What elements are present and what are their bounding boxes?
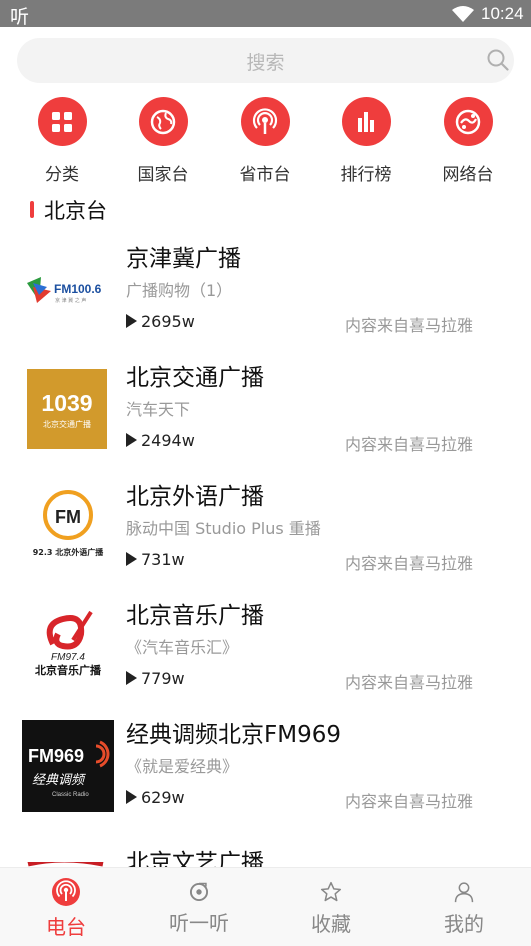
category-label: 省市台: [239, 165, 291, 185]
network-icon: [443, 97, 493, 146]
search-icon[interactable]: [487, 49, 509, 71]
play-icon: [126, 671, 137, 685]
star-icon: [320, 881, 342, 902]
content-source: 内容来自喜马拉雅: [345, 673, 474, 692]
logo-text: FM969: [28, 746, 84, 766]
station-logo: FM97.4 北京音乐广播: [23, 604, 113, 694]
station-name: 北京文艺广播: [126, 850, 264, 867]
station-program: 汽车天下: [126, 400, 191, 419]
station-name: 北京外语广播: [126, 484, 264, 510]
station-name: 北京音乐广播: [126, 603, 264, 629]
logo-text: FM100.6: [54, 282, 102, 296]
play-count: 2695w: [126, 312, 195, 331]
category-ranking[interactable]: 排行榜: [316, 97, 416, 185]
station-row[interactable]: FM97.4 北京音乐广播 北京音乐广播 《汽车音乐汇》 779w 内容来自喜马…: [0, 603, 531, 723]
play-count-value: 2695w: [141, 312, 195, 331]
tab-label: 听一听: [169, 911, 229, 935]
play-icon: [126, 552, 137, 566]
station-program: 广播购物（1）: [126, 281, 233, 300]
station-logo: 1039 北京交通广播: [27, 369, 107, 449]
play-count: 2494w: [126, 431, 195, 450]
logo-text: FM97.4: [51, 652, 85, 663]
category-label: 国家台: [137, 165, 189, 185]
wifi-icon: [452, 6, 474, 22]
listen-icon: [189, 882, 209, 902]
play-icon: [126, 790, 137, 804]
app-status-icon: 听: [10, 6, 30, 28]
tab-label: 收藏: [311, 912, 351, 936]
logo-subtext: 北京音乐广播: [35, 663, 102, 677]
tab-label: 电台: [46, 915, 86, 939]
tab-mine[interactable]: 我的: [398, 868, 530, 937]
play-count-value: 779w: [141, 669, 185, 688]
category-national[interactable]: 国家台: [113, 97, 213, 185]
search-bar[interactable]: 搜索: [17, 38, 514, 83]
tab-listen[interactable]: 听一听: [133, 868, 265, 936]
station-row[interactable]: 1039 北京交通广播 北京交通广播 汽车天下 2494w 内容来自喜马拉雅: [0, 365, 531, 485]
bottom-tab-bar: 电台 听一听 收藏 我的: [0, 867, 531, 946]
station-name: 经典调频北京FM969: [126, 722, 341, 748]
globe-icon: [138, 97, 188, 146]
person-icon: [454, 882, 474, 903]
logo-subtext: 北京交通广播: [43, 419, 91, 429]
logo-subtext: 92.3 北京外语广播: [33, 547, 105, 557]
station-logo: FM969 经典调频 Classic Radio: [22, 720, 114, 812]
play-icon: [126, 314, 137, 328]
logo-text: FM: [55, 507, 81, 527]
svg-text:Classic Radio: Classic Radio: [52, 792, 89, 798]
station-name: 京津冀广播: [126, 246, 241, 272]
radio-icon: [52, 878, 80, 906]
content-source: 内容来自喜马拉雅: [345, 316, 474, 335]
grid-icon: [37, 97, 87, 146]
play-count: 779w: [126, 669, 185, 688]
station-logo: FM100.6 京 津 冀 之 声: [23, 247, 113, 337]
play-count-value: 629w: [141, 788, 185, 807]
tab-radio[interactable]: 电台: [0, 868, 132, 940]
status-bar: 听 10:24: [0, 0, 531, 28]
section-title: 北京台: [44, 199, 107, 223]
category-label: 排行榜: [340, 165, 392, 185]
section-accent-bar: [30, 201, 34, 218]
play-count: 731w: [126, 550, 185, 569]
station-program: 《就是爱经典》: [126, 757, 239, 776]
play-icon: [126, 433, 137, 447]
category-network[interactable]: 网络台: [418, 97, 518, 185]
category-label: 分类: [45, 165, 79, 185]
tab-favorites[interactable]: 收藏: [265, 868, 397, 937]
play-count-value: 2494w: [141, 431, 195, 450]
bar-chart-icon: [341, 97, 391, 146]
broadcast-icon: [240, 97, 290, 146]
station-row[interactable]: FM 92.3 北京外语广播 北京外语广播 脉动中国 Studio Plus 重…: [0, 484, 531, 604]
status-time: 10:24: [481, 4, 524, 23]
play-count: 629w: [126, 788, 185, 807]
logo-text: 1039: [41, 390, 92, 416]
category-province[interactable]: 省市台: [215, 97, 315, 185]
play-count-value: 731w: [141, 550, 185, 569]
station-program: 脉动中国 Studio Plus 重播: [126, 519, 321, 538]
content-source: 内容来自喜马拉雅: [345, 792, 474, 811]
logo-subtext: 经典调频: [32, 773, 86, 788]
station-program: 《汽车音乐汇》: [126, 638, 239, 657]
tab-label: 我的: [444, 912, 484, 936]
station-row[interactable]: FM100.6 京 津 冀 之 声 京津冀广播 广播购物（1） 2695w 内容…: [0, 246, 531, 366]
content-source: 内容来自喜马拉雅: [345, 435, 474, 454]
category-classify[interactable]: 分类: [12, 97, 112, 185]
station-name: 北京交通广播: [126, 365, 264, 391]
station-row[interactable]: 北京文艺广播: [0, 842, 531, 867]
search-placeholder: 搜索: [246, 52, 285, 74]
station-row[interactable]: FM969 经典调频 Classic Radio 经典调频北京FM969 《就是…: [0, 720, 531, 842]
svg-text:京 津 冀 之 声: 京 津 冀 之 声: [55, 297, 86, 304]
category-label: 网络台: [442, 165, 494, 185]
station-logo: FM 92.3 北京外语广播: [23, 485, 113, 575]
content-source: 内容来自喜马拉雅: [345, 554, 474, 573]
